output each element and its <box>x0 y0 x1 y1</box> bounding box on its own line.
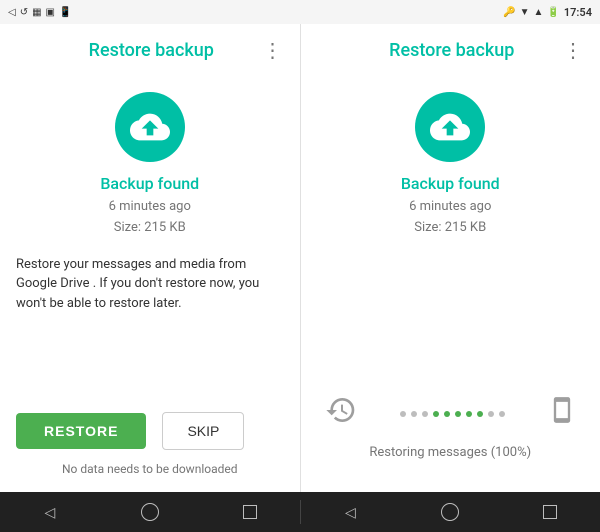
back-nav-icon-2: ◁ <box>345 504 356 521</box>
size-2: Size: 215 KB <box>409 218 491 239</box>
skip-button[interactable]: SKIP <box>162 412 244 450</box>
phone-status-icon: 📱 <box>59 7 71 18</box>
screen1-menu-icon[interactable]: ⋮ <box>263 38 284 62</box>
buttons-row: RESTORE SKIP <box>16 392 284 450</box>
history-icon <box>325 394 357 433</box>
dot-6 <box>455 411 461 417</box>
back-nav-button-2[interactable]: ◁ <box>330 492 370 532</box>
key-icon: 🔑 <box>503 7 515 18</box>
nav-section-left: ◁ <box>0 492 300 532</box>
time-ago-2: 6 minutes ago <box>409 197 491 218</box>
signal-icon: ▲ <box>534 7 544 18</box>
cloud-svg-2 <box>430 107 470 147</box>
home-nav-button-2[interactable] <box>430 492 470 532</box>
screen1-title: Restore backup <box>40 40 263 61</box>
app-bar-2: Restore backup ⋮ <box>301 24 600 76</box>
back-nav-icon: ◁ <box>45 504 56 521</box>
screen1-content: Backup found 6 minutes ago Size: 215 KB … <box>0 76 300 492</box>
restore-button[interactable]: RESTORE <box>16 413 146 449</box>
cloud-upload-icon-2 <box>415 92 485 162</box>
home-nav-button[interactable] <box>130 492 170 532</box>
home-nav-icon <box>141 503 159 521</box>
screen2-content: Backup found 6 minutes ago Size: 215 KB <box>301 76 600 492</box>
nav-section-right: ◁ <box>301 492 600 532</box>
refresh-icon: ↺ <box>20 7 28 18</box>
time-display: 17:54 <box>564 6 592 19</box>
progress-track <box>325 394 577 433</box>
backup-meta-2: 6 minutes ago Size: 215 KB <box>409 197 491 239</box>
camera-icon: ▦ <box>32 7 41 18</box>
app-bar-1: Restore backup ⋮ <box>0 24 300 76</box>
backup-found-label-1: Backup found <box>100 174 199 193</box>
recent-nav-button-2[interactable] <box>530 492 570 532</box>
recent-nav-icon <box>243 505 257 519</box>
restoring-text: Restoring messages (100%) <box>325 445 577 460</box>
app-icon: ▣ <box>46 7 55 18</box>
dot-1 <box>400 411 406 417</box>
status-bar: ◁ ↺ ▦ ▣ 📱 🔑 ▼ ▲ 🔋 17:54 <box>0 0 600 24</box>
backup-found-label-2: Backup found <box>401 174 500 193</box>
dot-7 <box>466 411 472 417</box>
screen-2: Restore backup ⋮ Backup found 6 minutes … <box>301 24 600 492</box>
back-icon: ◁ <box>8 7 16 18</box>
wifi-icon: ▼ <box>520 7 530 18</box>
no-download-text: No data needs to be downloaded <box>62 462 238 476</box>
cloud-upload-icon-1 <box>115 92 185 162</box>
progress-dots <box>357 411 549 417</box>
dot-9 <box>488 411 494 417</box>
size-1: Size: 215 KB <box>109 218 191 239</box>
nav-bar: ◁ ◁ <box>0 492 600 532</box>
battery-icon: 🔋 <box>547 7 559 18</box>
dot-5 <box>444 411 450 417</box>
dot-3 <box>422 411 428 417</box>
status-bar-right-icons: 🔑 ▼ ▲ 🔋 17:54 <box>503 6 592 19</box>
dot-8 <box>477 411 483 417</box>
screens-container: Restore backup ⋮ Backup found 6 minutes … <box>0 24 600 492</box>
home-nav-icon-2 <box>441 503 459 521</box>
time-ago-1: 6 minutes ago <box>109 197 191 218</box>
status-bar-left-icons: ◁ ↺ ▦ ▣ 📱 <box>8 7 71 18</box>
dot-2 <box>411 411 417 417</box>
recent-nav-icon-2 <box>543 505 557 519</box>
cloud-svg-1 <box>130 107 170 147</box>
dot-10 <box>499 411 505 417</box>
dot-4 <box>433 411 439 417</box>
description-text-1: Restore your messages and media from Goo… <box>16 255 284 314</box>
back-nav-button[interactable]: ◁ <box>30 492 70 532</box>
screen2-title: Restore backup <box>341 40 564 61</box>
progress-area: Restoring messages (100%) <box>317 394 585 460</box>
screen-1: Restore backup ⋮ Backup found 6 minutes … <box>0 24 300 492</box>
phone-icon <box>548 396 576 431</box>
screen2-menu-icon[interactable]: ⋮ <box>563 38 584 62</box>
recent-nav-button[interactable] <box>230 492 270 532</box>
backup-meta-1: 6 minutes ago Size: 215 KB <box>109 197 191 239</box>
